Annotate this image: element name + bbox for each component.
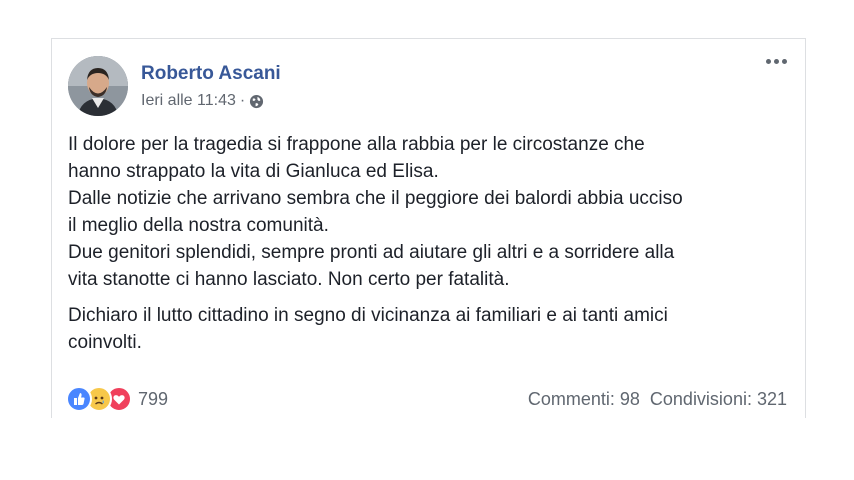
reaction-count: 799 xyxy=(138,388,169,409)
shares-count[interactable]: Condivisioni: 321 xyxy=(650,389,787,410)
comments-count[interactable]: Commenti: 98 xyxy=(528,389,640,410)
author-name[interactable]: Roberto Ascani xyxy=(141,63,281,85)
globe-icon[interactable] xyxy=(249,94,264,109)
facebook-post: Roberto Ascani Ieri alle 11:43 · Il dolo… xyxy=(51,38,806,418)
post-meta: Ieri alle 11:43 · xyxy=(141,92,264,110)
avatar-photo xyxy=(68,56,128,116)
post-stats: Commenti: 98 Condivisioni: 321 xyxy=(528,389,787,410)
like-icon xyxy=(66,386,92,412)
more-icon xyxy=(766,59,771,64)
post-line: coinvolti. xyxy=(68,332,142,353)
post-line: Dichiaro il lutto cittadino in segno di … xyxy=(68,305,668,326)
more-options-button[interactable] xyxy=(766,59,787,64)
post-line: vita stanotte ci hanno lasciato. Non cer… xyxy=(68,269,510,290)
meta-separator: · xyxy=(239,92,246,109)
avatar[interactable] xyxy=(68,56,128,116)
post-line: il meglio della nostra comunità. xyxy=(68,215,329,236)
post-line: Il dolore per la tragedia si frappone al… xyxy=(68,134,645,155)
post-line: Due genitori splendidi, sempre pronti ad… xyxy=(68,242,675,263)
post-line: Dalle notizie che arrivano sembra che il… xyxy=(68,188,683,209)
reactions-summary[interactable]: 799 xyxy=(66,386,168,412)
post-line: hanno strappato la vita di Gianluca ed E… xyxy=(68,161,439,182)
post-paragraph: Il dolore per la tragedia si frappone al… xyxy=(68,131,798,293)
post-paragraph: Dichiaro il lutto cittadino in segno di … xyxy=(68,302,798,356)
timestamp[interactable]: Ieri alle 11:43 xyxy=(141,92,236,110)
post-text: Il dolore per la tragedia si frappone al… xyxy=(68,131,798,365)
